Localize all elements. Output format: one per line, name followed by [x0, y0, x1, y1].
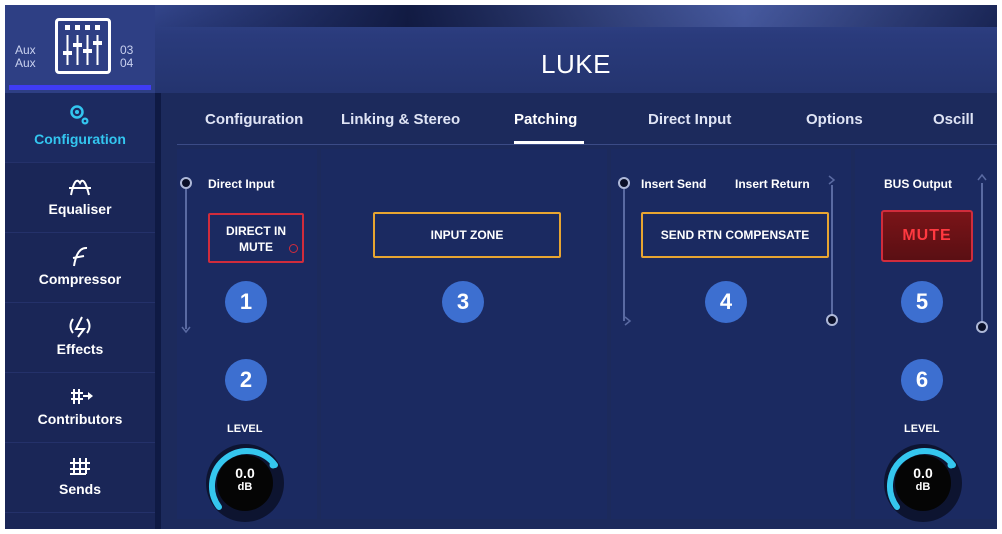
- insert-send-patch-point[interactable]: [618, 177, 630, 189]
- sidebar-item-label: Sends: [58, 481, 101, 497]
- signal-line: [185, 189, 187, 329]
- sidebar-item-configuration[interactable]: Configuration: [5, 93, 155, 163]
- step-badge-2: 2: [225, 359, 267, 401]
- tab-oscillator[interactable]: Oscill: [933, 111, 974, 128]
- step-badge-1: 1: [225, 281, 267, 323]
- mixer-faders-icon: [55, 18, 111, 74]
- aux-label-bottom: Aux: [15, 56, 36, 70]
- aux-number-top: 03: [120, 43, 134, 57]
- level-unit-left: dB: [237, 481, 253, 493]
- bus-output-patch-point[interactable]: [976, 321, 988, 333]
- step-badge-4: 4: [705, 281, 747, 323]
- level-unit-right: dB: [915, 481, 931, 493]
- sends-icon: [5, 453, 155, 477]
- equaliser-icon: [5, 173, 155, 197]
- sidebar-item-label: Configuration: [34, 131, 126, 147]
- aux-label-top: Aux: [15, 43, 36, 57]
- header-decoration: [155, 5, 997, 27]
- level-value-right: 0.0: [913, 465, 933, 481]
- level-value-left: 0.0: [235, 465, 255, 481]
- effects-icon: [5, 313, 155, 338]
- sidebar: Configuration Equaliser Compressor Effec…: [5, 93, 155, 529]
- gear-icon: [5, 103, 155, 127]
- tab-patching[interactable]: Patching: [514, 111, 577, 128]
- channel-selector[interactable]: Aux Aux 03 04: [5, 5, 155, 93]
- sidebar-item-contributors[interactable]: Contributors: [5, 373, 155, 443]
- direct-in-mute-line1: DIRECT IN: [226, 224, 286, 238]
- channel-header: Aux Aux 03 04 LUKE: [5, 5, 997, 93]
- insert-return-line: [831, 185, 833, 315]
- compressor-icon: [5, 243, 155, 267]
- input-zone-button[interactable]: INPUT ZONE: [373, 212, 561, 258]
- level-knob-right[interactable]: 0.0 dB: [881, 441, 965, 525]
- sidebar-item-label: Contributors: [37, 411, 123, 427]
- insert-return-patch-point[interactable]: [826, 314, 838, 326]
- direct-input-label: Direct Input: [208, 177, 275, 191]
- sidebar-item-label: Compressor: [38, 271, 122, 287]
- tab-direct-input[interactable]: Direct Input: [648, 111, 731, 128]
- mute-button[interactable]: MUTE: [881, 210, 973, 262]
- insert-send-line: [623, 189, 625, 321]
- tab-configuration[interactable]: Configuration: [205, 111, 303, 128]
- level-knob-left[interactable]: 0.0 dB: [203, 441, 287, 525]
- contributors-icon: [5, 383, 155, 407]
- tab-linking-stereo[interactable]: Linking & Stereo: [341, 111, 460, 128]
- bus-output-line: [981, 183, 983, 323]
- sidebar-item-label: Equaliser: [48, 201, 112, 217]
- step-badge-5: 5: [901, 281, 943, 323]
- insert-send-label: Insert Send: [641, 177, 707, 191]
- sidebar-item-effects[interactable]: Effects: [5, 303, 155, 373]
- sidebar-item-label: Effects: [56, 341, 104, 357]
- tab-options[interactable]: Options: [806, 111, 863, 128]
- send-rtn-compensate-button[interactable]: SEND RTN COMPENSATE: [641, 212, 829, 258]
- channel-color-bar: [9, 85, 151, 90]
- tab-bar: Configuration Linking & Stereo Patching …: [161, 93, 997, 143]
- bus-output-label: BUS Output: [884, 177, 952, 191]
- console-window: Aux Aux 03 04 LUKE Configuration Equalis…: [5, 5, 997, 529]
- mute-indicator-icon: [289, 244, 298, 253]
- chevron-up-icon: [977, 173, 987, 181]
- level-label-left: LEVEL: [227, 423, 263, 435]
- tab-divider: [177, 144, 997, 145]
- insert-return-label: Insert Return: [735, 177, 810, 191]
- chevron-right-icon: [624, 316, 632, 326]
- step-badge-6: 6: [901, 359, 943, 401]
- step-badge-3: 3: [442, 281, 484, 323]
- sidebar-item-equaliser[interactable]: Equaliser: [5, 163, 155, 233]
- direct-input-patch-point[interactable]: [180, 177, 192, 189]
- sidebar-item-sends[interactable]: Sends: [5, 443, 155, 513]
- chevron-right-icon: [828, 175, 836, 185]
- channel-name: LUKE: [541, 49, 611, 79]
- level-label-right: LEVEL: [904, 423, 940, 435]
- input-zone-panel: [321, 149, 607, 519]
- sidebar-item-compressor[interactable]: Compressor: [5, 233, 155, 303]
- sidebar-divider: [155, 93, 161, 529]
- direct-in-mute-button[interactable]: DIRECT IN MUTE: [208, 213, 304, 263]
- insert-panel: [611, 149, 851, 519]
- aux-number-bottom: 04: [120, 56, 134, 70]
- chevron-down-icon: [181, 326, 191, 334]
